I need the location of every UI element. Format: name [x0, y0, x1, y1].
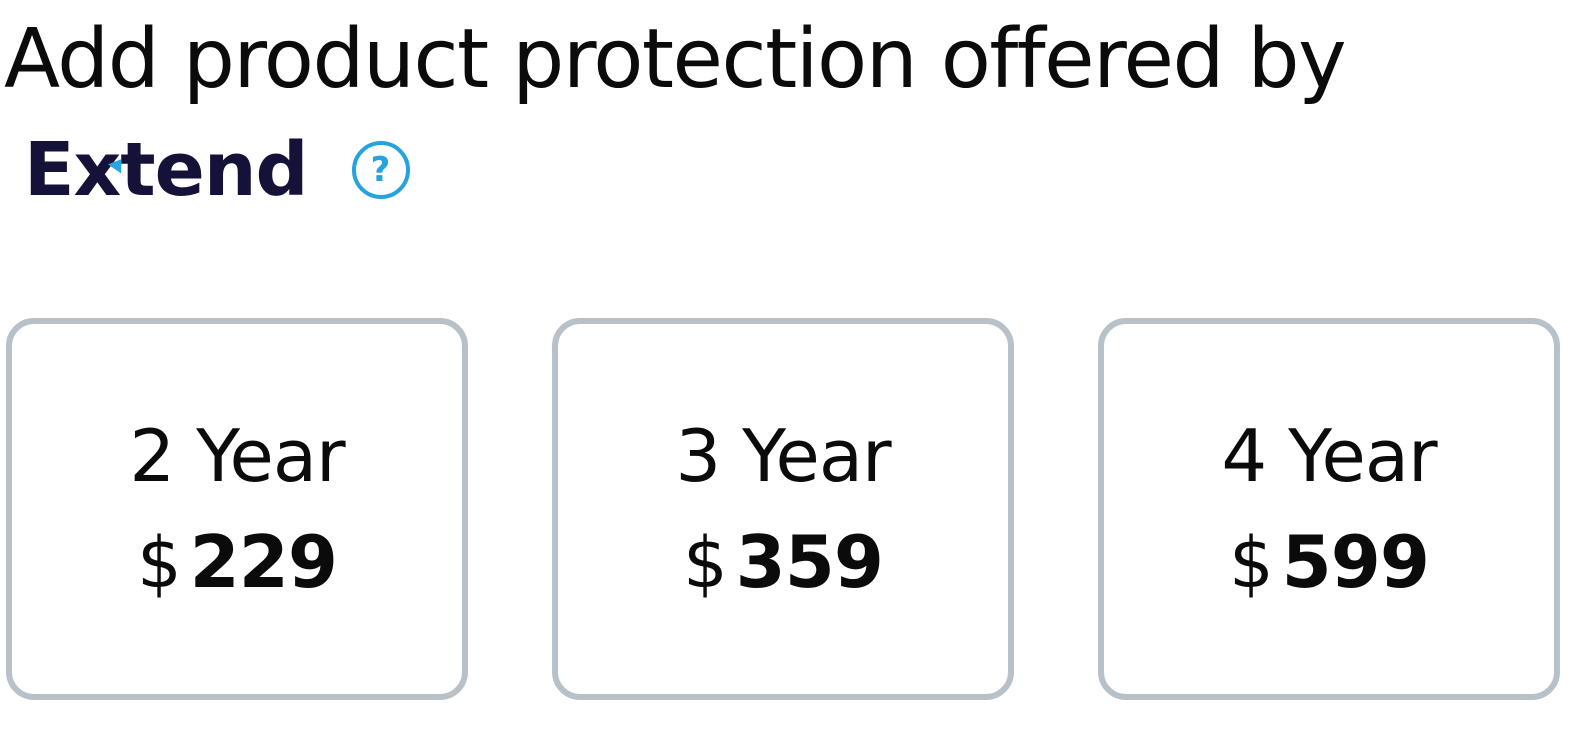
- currency-symbol: $: [137, 521, 182, 604]
- extend-brand-row: Extend ?: [24, 128, 410, 212]
- currency-symbol: $: [1229, 521, 1274, 604]
- price-amount: 229: [189, 519, 338, 604]
- protection-headline: Add product protection offered by: [4, 12, 1347, 107]
- question-circle-icon[interactable]: ?: [351, 141, 410, 199]
- plan-term: 2 Year: [129, 413, 345, 498]
- extend-logo-text: Extend: [24, 127, 308, 213]
- protection-plan-options: 2 Year $ 229 3 Year $ 359 4 Year $ 599: [6, 318, 1562, 702]
- protection-plan-3-year-card[interactable]: 3 Year $ 359: [552, 318, 1014, 700]
- plan-price: $ 229: [137, 518, 338, 607]
- protection-plan-2-year-card[interactable]: 2 Year $ 229: [6, 318, 468, 700]
- price-amount: 599: [1281, 519, 1430, 604]
- protection-plan-4-year-card[interactable]: 4 Year $ 599: [1098, 318, 1560, 700]
- product-protection-header: Add product protection offered by: [4, 4, 1564, 116]
- price-amount: 359: [735, 519, 884, 604]
- extend-logo: Extend: [24, 128, 308, 212]
- plan-term: 3 Year: [675, 413, 891, 498]
- plan-term: 4 Year: [1221, 413, 1437, 498]
- plan-price: $ 359: [683, 518, 884, 607]
- currency-symbol: $: [683, 521, 728, 604]
- plan-price: $ 599: [1229, 518, 1430, 607]
